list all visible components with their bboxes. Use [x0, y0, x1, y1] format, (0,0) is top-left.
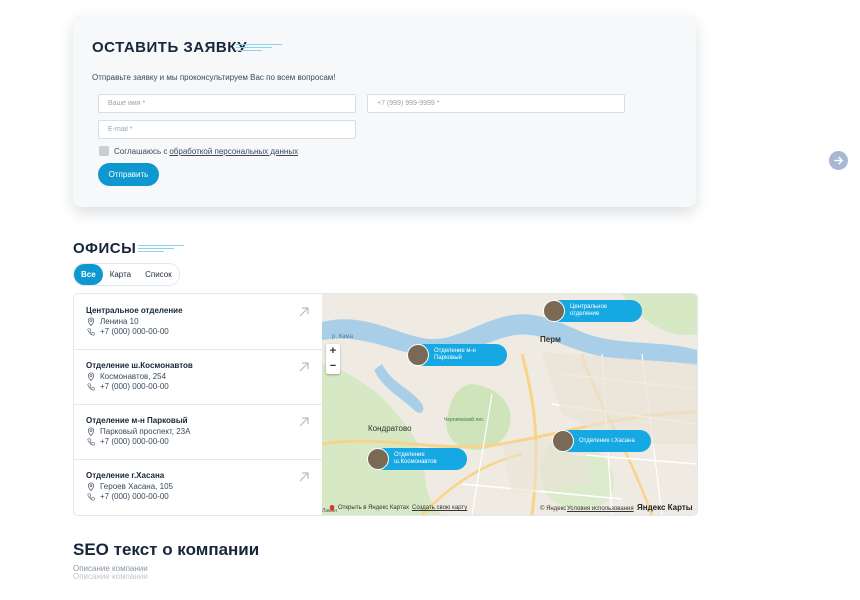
tab-all[interactable]: Все — [74, 264, 103, 285]
pin-label-line2: Парковый — [434, 355, 462, 361]
pin-label: Центральное отделение — [565, 304, 615, 318]
pin-label: Отделение г.Хасана — [574, 438, 643, 445]
map-pin-kosmonavtov[interactable]: Отделение ш.Космонавтов — [367, 448, 467, 470]
office-item[interactable]: Отделение м-н Парковый Парковый проспект… — [74, 404, 322, 460]
pin-label-line2: отделение — [570, 311, 600, 317]
pin-label-line1: Отделение г.Хасана — [579, 437, 635, 444]
request-form-card: ОСТАВИТЬ ЗАЯВКУ Отправьте заявку и мы пр… — [73, 15, 696, 207]
map-pin-central[interactable]: Центральное отделение — [543, 300, 642, 322]
map-river-label: р. Кама — [332, 334, 353, 340]
phone-icon — [87, 492, 95, 501]
phone-icon — [87, 382, 95, 391]
form-description: Отправьте заявку и мы проконсультируем В… — [92, 73, 336, 82]
office-photo — [543, 300, 565, 322]
office-name: Отделение г.Хасана — [86, 471, 165, 480]
arrow-up-right-icon[interactable] — [298, 416, 310, 428]
open-in-yandex-link[interactable]: Открыть в Яндекс Картах — [338, 505, 409, 511]
office-photo — [552, 430, 574, 452]
name-input[interactable] — [98, 94, 356, 113]
office-name: Отделение м-н Парковый — [86, 416, 188, 425]
office-item[interactable]: Отделение ш.Космонавтов Космонавтов, 254… — [74, 349, 322, 405]
email-input[interactable] — [98, 120, 356, 139]
office-phone-line: +7 (000) 000-00-00 — [86, 437, 169, 446]
office-address: Парковый проспект, 23А — [100, 427, 191, 436]
map-copyright: © Яндекс — [540, 506, 567, 512]
office-phone: +7 (000) 000-00-00 — [100, 327, 169, 336]
office-photo — [367, 448, 389, 470]
office-photo — [407, 344, 429, 366]
yandex-maps-brand[interactable]: Яндекс Карты — [637, 503, 693, 512]
seo-description-repeat: Описание компании — [73, 572, 148, 581]
personal-data-link[interactable]: обработкой персональных данных — [169, 147, 298, 156]
office-phone: +7 (000) 000-00-00 — [100, 437, 169, 446]
location-pin-icon — [329, 505, 335, 512]
map-footer: Открыть в Яндекс Картах Создать свою кар… — [322, 501, 697, 515]
form-title-decoration — [236, 44, 282, 51]
location-pin-icon — [87, 317, 95, 326]
zoom-in-button[interactable]: + — [326, 344, 340, 359]
form-title: ОСТАВИТЬ ЗАЯВКУ — [92, 39, 248, 56]
office-phone: +7 (000) 000-00-00 — [100, 492, 169, 501]
tab-map[interactable]: Карта — [103, 264, 138, 285]
office-name: Центральное отделение — [86, 306, 183, 315]
map-pin-parkovy[interactable]: Отделение м-н Парковый — [407, 344, 507, 366]
pin-label-line1: Центральное — [570, 304, 608, 310]
office-name: Отделение ш.Космонавтов — [86, 361, 193, 370]
office-phone-line: +7 (000) 000-00-00 — [86, 492, 169, 501]
offices-title: ОФИСЫ — [73, 240, 137, 257]
arrow-up-right-icon[interactable] — [298, 306, 310, 318]
office-phone: +7 (000) 000-00-00 — [100, 382, 169, 391]
office-address: Героев Хасана, 105 — [100, 482, 173, 491]
phone-icon — [87, 437, 95, 446]
terms-link[interactable]: Условия использования — [567, 506, 634, 512]
yandex-map[interactable]: + − Перм Кондратово Черняевский лес р. К… — [322, 294, 697, 515]
create-map-link[interactable]: Создать свою карту — [412, 505, 467, 511]
offices-tabs: Все Карта Список — [73, 263, 180, 286]
office-address-line: Парковый проспект, 23А — [86, 427, 190, 436]
consent-text: Соглашаюсь с — [114, 146, 168, 156]
pin-label: Отделение м-н Парковый — [429, 348, 484, 362]
arrow-up-right-icon[interactable] — [298, 361, 310, 373]
office-phone-line: +7 (000) 000-00-00 — [86, 382, 169, 391]
location-pin-icon — [87, 427, 95, 436]
location-pin-icon — [87, 372, 95, 381]
pin-label-line2: ш.Космонавтов — [394, 459, 437, 465]
phone-input[interactable] — [367, 94, 625, 113]
consent-row: Соглашаюсь с обработкой персональных дан… — [99, 145, 298, 157]
submit-button[interactable]: Отправить — [98, 163, 159, 186]
map-zoom-controls: + − — [326, 344, 340, 374]
office-item[interactable]: Центральное отделение Ленина 10 +7 (000)… — [74, 294, 322, 350]
offices-panel: Центральное отделение Ленина 10 +7 (000)… — [73, 293, 698, 516]
offices-title-decoration — [138, 245, 184, 252]
office-address-line: Ленина 10 — [86, 317, 139, 326]
office-address: Ленина 10 — [100, 317, 139, 326]
office-address-line: Космонавтов, 254 — [86, 372, 166, 381]
office-item[interactable]: Отделение г.Хасана Героев Хасана, 105 +7… — [74, 459, 322, 514]
office-address: Космонавтов, 254 — [100, 372, 167, 381]
pin-label-line1: Отделение — [394, 452, 425, 458]
location-pin-icon — [87, 482, 95, 491]
office-list: Центральное отделение Ленина 10 +7 (000)… — [74, 294, 322, 515]
consent-checkbox[interactable] — [99, 146, 109, 156]
map-pin-khasana[interactable]: Отделение г.Хасана — [552, 430, 651, 452]
seo-title: SEO текст о компании — [73, 540, 260, 559]
arrow-up-right-icon[interactable] — [298, 471, 310, 483]
map-park-label: Черняевский лес — [444, 417, 484, 423]
side-arrow-button[interactable] — [829, 151, 848, 170]
office-phone-line: +7 (000) 000-00-00 — [86, 327, 169, 336]
pin-label: Отделение ш.Космонавтов — [389, 452, 445, 466]
map-district-label: Кондратово — [368, 424, 412, 433]
phone-icon — [87, 327, 95, 336]
arrow-right-icon — [834, 156, 843, 165]
pin-label-line1: Отделение м-н — [434, 348, 476, 354]
office-address-line: Героев Хасана, 105 — [86, 482, 173, 491]
map-background — [322, 294, 697, 515]
tab-list[interactable]: Список — [138, 264, 179, 285]
map-city-label: Перм — [540, 335, 561, 344]
zoom-out-button[interactable]: − — [326, 359, 340, 374]
